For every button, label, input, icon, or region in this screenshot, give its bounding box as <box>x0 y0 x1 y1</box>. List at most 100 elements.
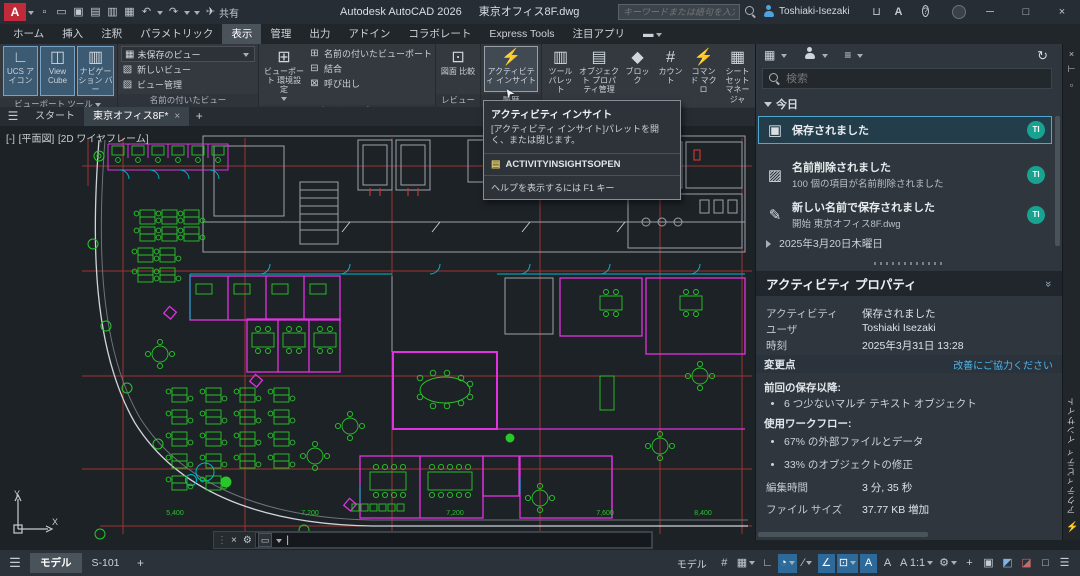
viewport-configuration-button[interactable]: ⊞ ビューポート 環境設定 <box>262 46 306 103</box>
annotation-scale-button[interactable]: A 1:1 <box>898 554 935 573</box>
tab-featured-apps[interactable]: 注目アプリ <box>564 24 635 44</box>
tab-addins[interactable]: アドイン <box>339 24 399 44</box>
osnap-tracking-toggle[interactable]: ∠ <box>818 554 835 573</box>
plot-button[interactable]: ▥ <box>104 0 121 24</box>
sheet-set-manager-button[interactable]: ▦ シート セット マネージャ <box>721 46 754 105</box>
drawing-compare-button[interactable]: ⊡ 図面 比較 <box>439 46 477 92</box>
clean-screen-button[interactable]: □ <box>1037 554 1054 573</box>
blocks-palette-button[interactable]: ◆ ブロック <box>622 46 653 105</box>
autodesk-logo-icon[interactable]: A <box>890 0 907 24</box>
horizontal-scrollbar[interactable] <box>758 532 928 537</box>
view-list-dropdown[interactable]: ▦ 未保存のビュー <box>121 46 255 62</box>
activity-search-input[interactable] <box>786 73 1046 85</box>
tab-home[interactable]: ホーム <box>4 24 53 44</box>
sheet-layout-tab[interactable]: S-101 <box>82 553 130 573</box>
viewport-control-minus[interactable]: [-] <box>6 134 15 145</box>
refresh-icon[interactable]: ↻ <box>1037 48 1048 64</box>
user-filter-caret-icon[interactable] <box>822 54 828 61</box>
quick-properties-toggle[interactable]: ▣ <box>980 554 997 573</box>
viewport-control-view[interactable]: [平面図] <box>19 134 55 145</box>
tool-palettes-button[interactable]: ▥ ツール パレット <box>545 46 576 105</box>
named-viewports-button[interactable]: ⊞ 名前の付いたビューポート <box>308 46 432 61</box>
graphics-performance-toggle[interactable]: ◩ <box>999 554 1016 573</box>
drawing-tab-close-icon[interactable]: × <box>174 111 180 122</box>
restore-button[interactable]: □ <box>1008 0 1044 24</box>
model-layout-tab[interactable]: モデル <box>30 553 82 573</box>
search-icon[interactable] <box>744 5 757 21</box>
tab-output[interactable]: 出力 <box>300 24 339 44</box>
palette-close-icon[interactable]: × <box>1063 49 1080 59</box>
help-icon[interactable]: ? <box>922 5 929 17</box>
panel-label-viewport-tools[interactable]: ビューポート ツール <box>0 98 117 107</box>
ortho-toggle[interactable]: ∟ <box>759 554 776 573</box>
polar-tracking-toggle[interactable]: ◔ <box>778 554 797 573</box>
layout-menu-icon[interactable]: ☰ <box>0 555 30 571</box>
collapse-chevron-icon[interactable]: » <box>1042 280 1054 286</box>
isometric-drafting-toggle[interactable]: ∕ <box>799 554 816 573</box>
close-button[interactable]: × <box>1044 0 1080 24</box>
cart-icon[interactable]: ⊔ <box>868 0 885 24</box>
view-options-icon[interactable]: ≡ <box>844 48 851 62</box>
activity-search-box[interactable] <box>762 68 1052 89</box>
date-filter-icon[interactable]: ▦ <box>764 48 775 62</box>
qat-menu-caret-icon[interactable] <box>194 11 200 18</box>
restore-viewports-button[interactable]: ⊠ 呼び出し <box>308 76 432 91</box>
activity-item-saved[interactable]: ▣ 保存されました TI <box>758 116 1052 144</box>
date-filter-caret-icon[interactable] <box>781 54 787 61</box>
new-drawing-tab-button[interactable]: + <box>189 107 209 126</box>
splitter-handle[interactable] <box>874 262 944 265</box>
open-file-button[interactable]: ▭ <box>53 0 70 24</box>
share-icon[interactable]: ✈ <box>202 0 219 24</box>
account-avatar[interactable] <box>952 5 966 22</box>
view-cube-toggle[interactable]: ◫ View Cube <box>40 46 75 96</box>
view-manager-button[interactable]: ▨ ビュー管理 <box>121 77 255 92</box>
user-filter-icon[interactable] <box>803 47 816 63</box>
share-button[interactable]: 共有 <box>219 5 239 20</box>
command-line-tools-icon[interactable]: ⚙ <box>240 535 255 546</box>
redo-button[interactable]: ↷ <box>165 0 182 24</box>
properties-palette-button[interactable]: ▤ オブジェクト プロパティ管理 <box>578 46 620 105</box>
group-today[interactable]: 今日 <box>764 96 798 112</box>
command-input[interactable]: ▭ | <box>255 532 652 548</box>
view-options-caret-icon[interactable] <box>857 54 863 61</box>
command-macros-button[interactable]: ⚡ コマンド マクロ <box>688 46 719 105</box>
tab-parametric[interactable]: パラメトリック <box>131 24 222 44</box>
viewport-control-style[interactable]: [2D ワイヤフレーム] <box>58 134 149 145</box>
undo-button[interactable]: ↶ <box>138 0 155 24</box>
tab-annotate[interactable]: 注釈 <box>92 24 131 44</box>
join-viewports-button[interactable]: ⊟ 結合 <box>308 61 432 76</box>
annotation-visibility-toggle[interactable]: A <box>860 554 877 573</box>
new-view-button[interactable]: ▧ 新しいビュー <box>121 62 255 77</box>
palette-vertical-tab[interactable]: アクティビティ インサイト <box>1065 374 1079 514</box>
command-line-close-icon[interactable]: × <box>228 535 240 546</box>
object-snap-toggle[interactable]: ⊡ <box>837 554 858 573</box>
workspace-switch-button[interactable]: ⚙ <box>937 554 959 573</box>
properties-header[interactable]: アクティビティ プロパティ » <box>756 271 1062 296</box>
palette-settings-icon[interactable]: ▫ <box>1063 80 1080 90</box>
activity-item-purged[interactable]: ▨ 名前削除されました 100 個の項目が名前削除されました TI <box>758 154 1052 195</box>
feed-scrollbar[interactable] <box>1055 116 1060 246</box>
command-prompt-icon[interactable]: ▭ <box>258 533 273 547</box>
annotation-monitor-toggle[interactable]: + <box>961 554 978 573</box>
save-as-button[interactable]: ▤ <box>87 0 104 24</box>
customize-status-button[interactable]: ☰ <box>1056 554 1073 573</box>
grid-toggle[interactable]: # <box>716 554 733 573</box>
tab-manage[interactable]: 管理 <box>261 24 300 44</box>
app-menu-button[interactable]: A <box>4 3 26 21</box>
snap-toggle[interactable]: ▦ <box>735 554 757 573</box>
new-file-button[interactable]: ▫ <box>36 0 53 24</box>
ribbon-display-toggle[interactable]: ▬ <box>634 24 673 44</box>
minimize-button[interactable]: ─ <box>972 0 1008 24</box>
publish-button[interactable]: ▦ <box>121 0 138 24</box>
model-space-indicator[interactable]: モデル <box>677 556 707 571</box>
app-menu-caret-icon[interactable] <box>28 11 34 18</box>
tab-express-tools[interactable]: Express Tools <box>480 24 563 44</box>
redo-caret-icon[interactable] <box>184 11 190 18</box>
palette-autohide-icon[interactable]: ⊢ <box>1063 64 1080 75</box>
user-name[interactable]: Toshiaki-Isezaki <box>779 0 850 24</box>
activity-item-saved-as[interactable]: ✎ 新しい名前で保存されました 開始 東京オフィス8F.dwg TI <box>758 194 1052 235</box>
navigation-bar-toggle[interactable]: ▥ ナビゲーション バー <box>77 46 114 96</box>
command-prompt-caret-icon[interactable] <box>276 539 282 546</box>
ucs-icon-toggle[interactable]: ∟ UCS アイコン <box>3 46 38 96</box>
command-line-drag-handle[interactable]: ⋮ <box>214 535 228 546</box>
